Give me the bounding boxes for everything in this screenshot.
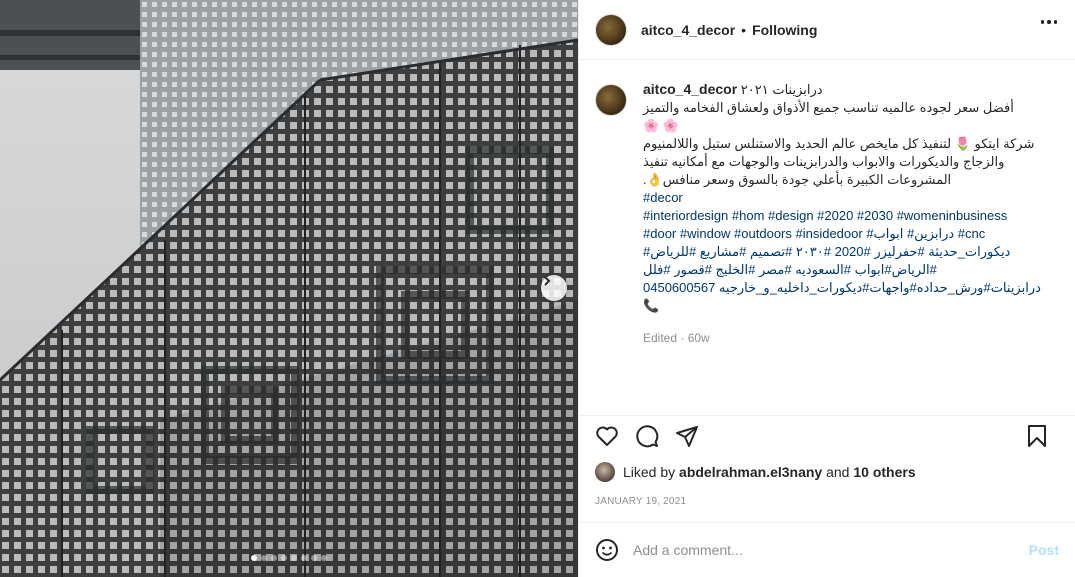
caption-username[interactable]: aitco_4_decor — [643, 81, 737, 97]
post-date: JANUARY 19, 2021 — [595, 496, 687, 507]
caption-line: المشروعات الكبيرة بأعلي جودة بالسوق وسعر… — [643, 172, 952, 187]
post-header: aitco_4_decor • Following — [579, 0, 1075, 60]
carousel-dot — [311, 555, 317, 561]
more-horizontal-icon — [1040, 20, 1044, 24]
caption-line: شركة ايتكو 🌷 لتنفيذ كل مايخص عالم الحديد… — [643, 136, 1035, 151]
carousel-dot — [301, 555, 307, 561]
hashtag-line[interactable]: 📞 — [643, 297, 1059, 315]
avatar[interactable] — [595, 13, 627, 46]
caption-hashtags: #decor #interiordesign #hom #design #2020… — [643, 189, 1059, 315]
instagram-post: aitco_4_decor • Following aitco_4_decor … — [0, 0, 1075, 577]
liked-and: and — [826, 464, 850, 480]
carousel-dot — [251, 555, 257, 561]
hashtag-line[interactable]: #الرياض#ابواب #السعوديه #مصر #الخليج #قص… — [643, 261, 1059, 279]
post-comment-button[interactable]: Post — [1029, 542, 1059, 558]
carousel-dot — [291, 555, 297, 561]
post-photo[interactable] — [0, 0, 578, 577]
carousel-dot — [281, 555, 287, 561]
following-button[interactable]: Following — [752, 22, 817, 38]
staircase-photo — [0, 0, 578, 577]
carousel-indicator — [0, 555, 578, 561]
carousel-dot — [321, 555, 327, 561]
paper-plane-icon[interactable] — [675, 424, 699, 448]
hashtag-line[interactable]: درابزينات#ورش_حداده#واجهات#ديكورات_داخلي… — [643, 279, 1059, 297]
liker-username[interactable]: abdelrahman.el3nany — [679, 464, 822, 480]
caption-text: أفضل سعر لجوده عالميه تناسب جميع الأذواق… — [643, 99, 1059, 189]
caption-line: 🌸 🌸 — [643, 118, 679, 133]
edited-timestamp: Edited · 60w — [643, 331, 710, 345]
hashtag-line[interactable]: #decor — [643, 189, 1059, 207]
more-options-button[interactable] — [1040, 20, 1057, 24]
caption-line: والزجاج والديكورات والابواب والدرابزينات… — [643, 154, 1005, 169]
carousel-dot — [271, 555, 277, 561]
carousel-dot — [261, 555, 267, 561]
chevron-right-icon — [544, 276, 551, 286]
smiley-icon[interactable] — [595, 538, 619, 562]
caption-title: درابزينات ٢٠٢١ — [740, 82, 823, 97]
hashtag-line[interactable]: #door #window #outdoors #insidedoor #درا… — [643, 225, 1059, 243]
caption-area: aitco_4_decor درابزينات ٢٠٢١ أفضل سعر لج… — [579, 60, 1075, 415]
caption-body: aitco_4_decor درابزينات ٢٠٢١ أفضل سعر لج… — [643, 80, 1059, 347]
bookmark-icon[interactable] — [1025, 424, 1049, 448]
liker-avatar[interactable] — [595, 462, 615, 482]
comment-input[interactable] — [633, 542, 1029, 558]
post-panel: aitco_4_decor • Following aitco_4_decor … — [578, 0, 1075, 577]
liked-by-label: Liked by — [623, 464, 676, 480]
heart-icon[interactable] — [595, 424, 619, 448]
caption-avatar[interactable] — [595, 84, 627, 116]
action-bar — [579, 415, 1075, 455]
likes-summary: Liked by abdelrahman.el3nany and 10 othe… — [595, 462, 916, 482]
add-comment-bar: Post — [579, 522, 1075, 577]
caption-line: أفضل سعر لجوده عالميه تناسب جميع الأذواق… — [643, 100, 1014, 115]
comment-icon[interactable] — [635, 424, 659, 448]
header-separator: • — [741, 21, 747, 38]
caption: aitco_4_decor درابزينات ٢٠٢١ أفضل سعر لج… — [595, 80, 1059, 347]
username-link[interactable]: aitco_4_decor — [641, 22, 735, 38]
next-slide-button[interactable] — [541, 275, 567, 301]
hashtag-line[interactable]: ديكورات_حديثة #حفرليزر #2020 #٢٠٣٠ #تصمي… — [643, 243, 1059, 261]
hashtag-line[interactable]: #interiordesign #hom #design #2020 #2030… — [643, 207, 1059, 225]
liked-others-link[interactable]: 10 others — [853, 464, 915, 480]
